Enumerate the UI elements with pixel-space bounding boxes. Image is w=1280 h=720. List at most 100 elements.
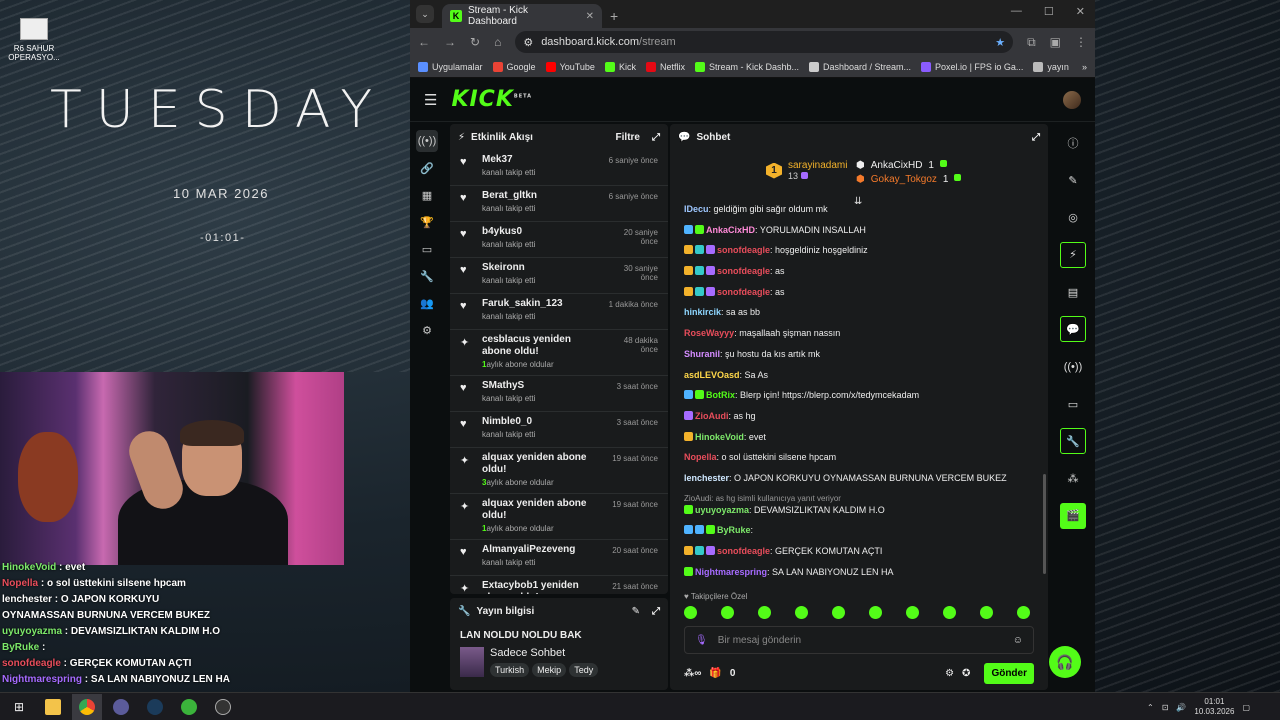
chat-username[interactable]: BotRix [706, 390, 735, 400]
bookmark-item[interactable]: Google [492, 61, 536, 72]
app-icon[interactable] [106, 694, 136, 720]
info-icon[interactable]: ⓘ [1060, 130, 1086, 156]
video-icon[interactable]: ▭ [416, 238, 438, 260]
tray-chevron-icon[interactable]: ⌃ [1147, 703, 1154, 712]
close-icon[interactable]: ✕ [586, 11, 594, 22]
gifter-name[interactable]: Gokay_Tokgoz [871, 174, 937, 185]
chat-username[interactable]: Nightmarespring [695, 567, 767, 577]
popout-icon[interactable]: ⤢ [652, 606, 660, 617]
settings-icon[interactable]: ⚙ [416, 319, 438, 341]
home-icon[interactable]: ⌂ [494, 35, 501, 49]
obs-icon[interactable] [208, 694, 238, 720]
desktop-shortcut[interactable]: R6 SAHUR OPERASYO... [4, 18, 64, 62]
help-button[interactable]: 🎧 [1049, 646, 1081, 678]
points-icon[interactable]: ⁂∞ [684, 668, 701, 679]
chat-scrollbar[interactable] [1043, 474, 1046, 574]
live-icon[interactable]: ((•)) [416, 130, 438, 152]
gift-icon[interactable]: 🎁 [709, 668, 721, 679]
emote-icon[interactable] [832, 606, 845, 619]
menu-icon[interactable]: ⋮ [1075, 35, 1087, 49]
chat-username[interactable]: sonofdeagle [717, 287, 770, 297]
profile-icon[interactable]: ▣ [1050, 35, 1061, 49]
tray-clock[interactable]: 01:01 10.03.2026 [1194, 697, 1234, 717]
lightning-icon[interactable]: ⚡ [1060, 241, 1086, 268]
trophy-icon[interactable]: 🏆 [416, 211, 438, 233]
chat-username[interactable]: IDecu [684, 204, 709, 214]
bookmark-item[interactable]: Netflix [645, 61, 685, 72]
chat-username[interactable]: hinkircik [684, 307, 721, 317]
bookmark-item[interactable]: YouTube [545, 61, 595, 72]
reload-icon[interactable]: ↻ [470, 35, 480, 49]
emote-icon[interactable] [758, 606, 771, 619]
wrench-icon[interactable]: 🔧 [1060, 428, 1086, 455]
chat-username[interactable]: ByRuke [717, 525, 751, 535]
event-item[interactable]: ♥ b4ykus0 kanalı takip etti 20 saniye önce [450, 222, 668, 258]
share-icon[interactable]: ⁂ [1060, 466, 1086, 492]
bookmark-item[interactable]: yayın [1033, 61, 1069, 72]
tag[interactable]: Tedy [569, 663, 599, 677]
network-icon[interactable]: ⊡ [1162, 703, 1169, 712]
chat-username[interactable]: asdLEVOasd [684, 370, 740, 380]
hamburger-menu-icon[interactable]: ☰ [424, 91, 437, 109]
xbox-icon[interactable] [174, 694, 204, 720]
event-item[interactable]: ♥ Mek37 kanalı takip etti 6 saniye önce [450, 150, 668, 186]
chat-input[interactable]: 🎙 Bir mesaj gönderin ☺ [684, 626, 1034, 654]
chat-username[interactable]: HinokeVoid [695, 432, 744, 442]
volume-icon[interactable]: 🔊 [1176, 703, 1186, 712]
back-icon[interactable]: ← [418, 35, 430, 49]
close-window-icon[interactable]: ✕ [1076, 5, 1085, 18]
mic-icon[interactable]: 🎙 [695, 635, 708, 646]
bookmark-item[interactable]: Uygulamalar [418, 61, 483, 72]
tab-active[interactable]: K Stream - Kick Dashboard ✕ [442, 4, 602, 28]
bookmark-item[interactable]: Dashboard / Stream... [809, 61, 911, 72]
gear-icon[interactable]: ⚙ [945, 668, 954, 679]
event-item[interactable]: ♥ Skeironn kanalı takip etti 30 saniye önce [450, 258, 668, 294]
bookmarks-overflow-icon[interactable]: » [1082, 62, 1087, 72]
gifter-name[interactable]: AnkaCixHD [871, 160, 923, 171]
event-item[interactable]: ✦ alquax yeniden abone oldu! 3aylık abone … [450, 448, 668, 494]
emote-icon[interactable] [906, 606, 919, 619]
wrench-icon[interactable]: 🔧 [416, 265, 438, 287]
camera-icon[interactable]: ◎ [1060, 205, 1086, 231]
chat-username[interactable]: ZioAudi [695, 411, 729, 421]
event-item[interactable]: ✦ cesblacus yeniden abone oldu! 1aylık abo… [450, 330, 668, 376]
avatar[interactable] [1063, 90, 1081, 109]
analytics-icon[interactable]: ▦ [416, 184, 438, 206]
tag[interactable]: Turkish [490, 663, 530, 677]
edit-icon[interactable]: ✎ [1060, 167, 1086, 193]
chat-username[interactable]: sonofdeagle [717, 245, 770, 255]
site-info-icon[interactable]: ⚙ [523, 36, 533, 49]
bookmark-item[interactable]: Stream - Kick Dashb... [694, 61, 799, 72]
new-tab-button[interactable]: + [610, 4, 618, 28]
chat-username[interactable]: uyuyoyazma [695, 505, 749, 515]
emote-icon[interactable] [980, 606, 993, 619]
filter-button[interactable]: Filtre [616, 132, 640, 143]
maximize-icon[interactable]: ☐ [1044, 5, 1054, 18]
address-bar[interactable]: ⚙ dashboard.kick.com/stream ★ [515, 31, 1014, 53]
forward-icon[interactable]: → [444, 35, 456, 49]
popout-icon[interactable]: ⤢ [1032, 132, 1040, 143]
popout-icon[interactable]: ⤢ [652, 132, 660, 143]
start-button[interactable]: ⊞ [4, 694, 34, 720]
clapper-icon[interactable]: 🎬 [1060, 502, 1086, 529]
chat-bubble-icon[interactable]: 💬 [1060, 316, 1086, 343]
chat-username[interactable]: sonofdeagle [717, 546, 770, 556]
event-item[interactable]: ✦ alquax yeniden abone oldu! 1aylık abone … [450, 494, 668, 540]
chat-username[interactable]: Nopella [684, 452, 717, 462]
event-item[interactable]: ✦ Extacybob1 yeniden abone oldu! 21 saat ö… [450, 576, 668, 594]
tab-search-button[interactable]: ⌄ [416, 5, 434, 23]
chrome-icon[interactable] [72, 693, 102, 720]
event-item[interactable]: ♥ Faruk_sakin_123 kanalı takip etti 1 dakik… [450, 294, 668, 330]
kick-logo[interactable]: KICKBETA [451, 87, 532, 112]
emote-icon[interactable] [869, 606, 882, 619]
minimize-icon[interactable]: — [1011, 5, 1022, 18]
users-icon[interactable]: 👥 [416, 292, 438, 314]
gifter-name[interactable]: sarayinadami [788, 160, 847, 171]
chat-username[interactable]: RoseWayyy [684, 328, 734, 338]
send-button[interactable]: Gönder [984, 662, 1034, 684]
chat-username[interactable]: sonofdeagle [717, 266, 770, 276]
bookmark-item[interactable]: Poxel.io | FPS io Ga... [921, 61, 1023, 72]
emote-icon[interactable] [795, 606, 808, 619]
chat-username[interactable]: lenchester [684, 473, 729, 483]
document-icon[interactable]: ▤ [1060, 279, 1086, 305]
